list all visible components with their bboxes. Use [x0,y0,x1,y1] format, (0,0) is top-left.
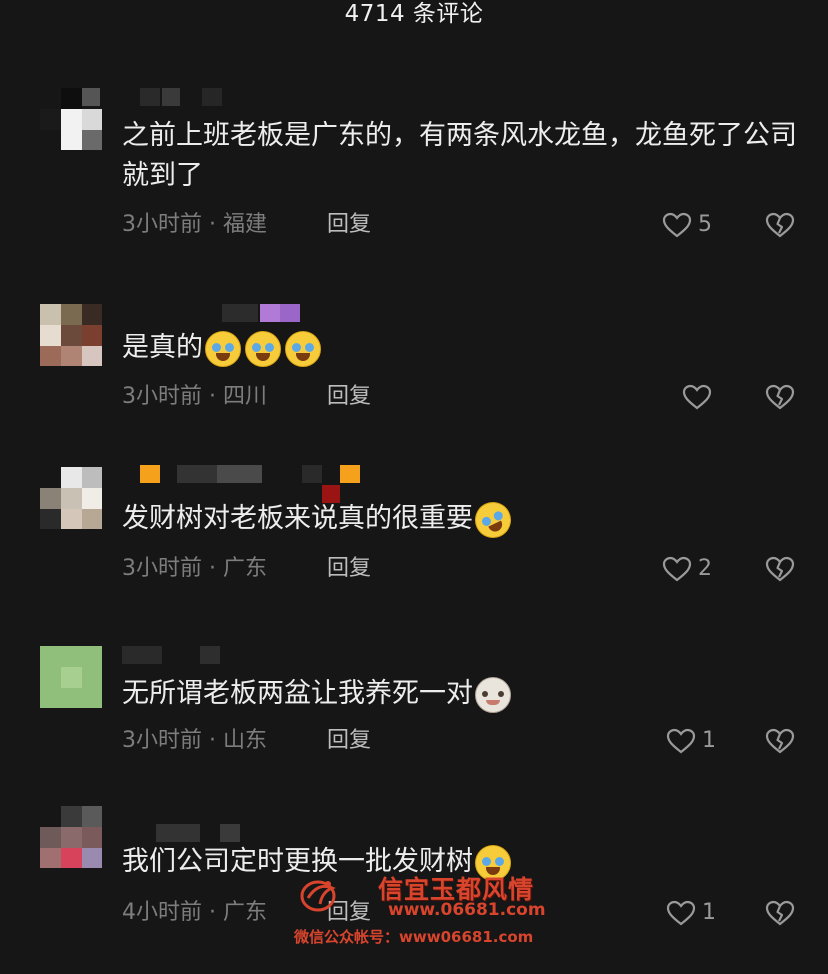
watermark-account: 微信公众帐号：www06681.com [294,928,534,946]
rolling-laughing-emoji [469,496,517,544]
username-blurred[interactable] [122,465,362,503]
heart-icon [662,212,692,238]
comment-text: 之前上班老板是广东的，有两条风水龙鱼，龙鱼死了公司就到了 [122,116,802,196]
reply-button[interactable]: 回复 [327,726,371,756]
comment-text: 无所谓老板两盆让我养死一对 [122,674,802,715]
reply-button[interactable]: 回复 [327,210,371,240]
comment-text: 发财树对老板来说真的很重要 [122,496,802,544]
reply-button[interactable]: 回复 [327,554,371,584]
dislike-button[interactable] [763,210,797,240]
username-blurred[interactable] [122,824,362,844]
comments-header: 4714 条评论 [0,0,828,30]
like-count: 1 [702,728,716,753]
comment-meta: 3小时前 · 福建 [122,212,267,237]
like-count: 2 [698,556,712,581]
heart-icon [662,556,692,582]
broken-heart-icon [765,556,795,582]
comment-item: 发财树对老板来说真的很重要 3小时前 · 广东 回复 2 [0,463,828,633]
broken-heart-icon [765,900,795,926]
like-button[interactable]: 5 [662,210,732,240]
dislike-button[interactable] [763,554,797,584]
username-blurred[interactable] [122,88,362,108]
like-button[interactable]: 1 [666,726,736,756]
comment-item: 之前上班老板是广东的，有两条风水龙鱼，龙鱼死了公司就到了 3小时前 · 福建 回… [0,80,828,250]
comment-body: 无所谓老板两盆让我养死一对 [122,678,473,709]
broken-heart-icon [765,212,795,238]
emoji-group [475,675,515,715]
avatar[interactable] [40,467,102,529]
like-count: 5 [698,212,712,237]
broken-heart-icon [765,384,795,410]
comment-meta: 3小时前 · 山东 [122,728,267,753]
emoji-group [205,329,325,369]
watermark: 信宜玉都风情 www.06681.com 微信公众帐号：www06681.com [294,866,554,956]
like-button[interactable]: 2 [662,554,732,584]
comment-body: 发财树对老板来说真的很重要 [122,503,473,534]
comment-text: 是真的 [122,328,802,369]
comment-count-title: 4714 条评论 [344,1,484,27]
emoji-group [469,496,517,544]
dislike-button[interactable] [763,898,797,928]
avatar[interactable] [40,88,102,150]
watermark-logo-icon [300,880,336,912]
heart-icon [682,384,712,410]
like-count: 1 [702,900,716,925]
heart-icon [666,728,696,754]
watermark-site: www.06681.com [388,900,546,920]
reply-button[interactable]: 回复 [327,382,371,412]
comment-body: 是真的 [122,332,203,363]
avatar[interactable] [40,806,102,868]
like-button[interactable]: 1 [666,898,736,928]
broken-heart-icon [765,728,795,754]
comment-item: 是真的 3小时前 · 四川 回复 [0,300,828,470]
avatar[interactable] [40,304,102,366]
comment-meta: 3小时前 · 四川 [122,384,267,409]
comment-meta: 3小时前 · 广东 [122,556,267,581]
username-blurred[interactable] [122,304,362,324]
heart-icon [666,900,696,926]
cat-emoji [475,677,511,713]
crying-laughing-emoji [285,331,321,367]
dislike-button[interactable] [763,726,797,756]
comment-body: 之前上班老板是广东的，有两条风水龙鱼，龙鱼死了公司就到了 [122,120,797,191]
dislike-button[interactable] [763,382,797,412]
comment-meta: 4小时前 · 广东 [122,900,267,925]
comment-item: 无所谓老板两盆让我养死一对 3小时前 · 山东 回复 1 [0,640,828,810]
username-blurred[interactable] [122,646,362,666]
avatar[interactable] [40,646,102,708]
crying-laughing-emoji [245,331,281,367]
crying-laughing-emoji [205,331,241,367]
like-button[interactable] [682,382,752,412]
